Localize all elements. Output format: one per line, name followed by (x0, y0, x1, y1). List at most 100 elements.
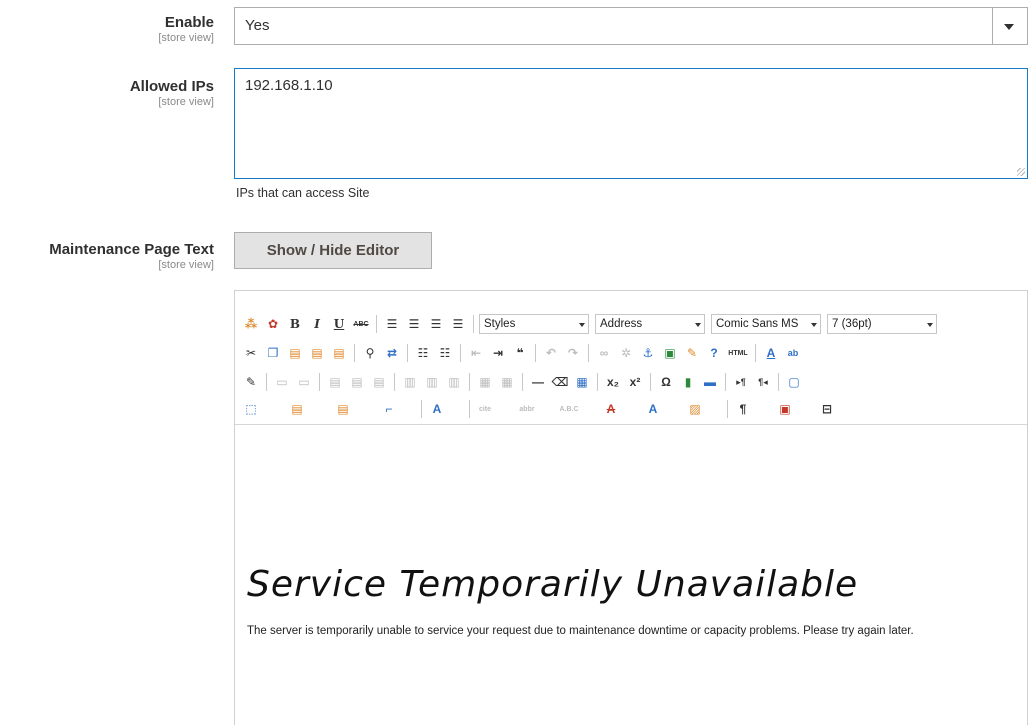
text-color-icon[interactable]: A (761, 343, 781, 363)
font-size-select[interactable]: 7 (36pt) (827, 314, 937, 334)
page-break-icon[interactable]: ⊟ (817, 399, 837, 419)
italic-button[interactable]: I (307, 314, 327, 334)
fullscreen-icon[interactable]: ▢ (784, 372, 804, 392)
insert-text-icon[interactable]: A (643, 399, 663, 419)
styles-select[interactable]: Styles (479, 314, 589, 334)
variable-icon[interactable]: ✿ (263, 314, 283, 334)
toolbar-separator (421, 400, 422, 418)
horizontal-rule-icon[interactable]: — (528, 372, 548, 392)
toolbar-row-2: ✂ ❐ ▤ ▤ ▤ ⚲ ⇄ ☷ ☷ ⇤ ⇥ ❝ ↶ ↷ ∞ ✲ ⚓ ▣ ✎ ? … (241, 341, 803, 365)
format-select[interactable]: Address (595, 314, 705, 334)
font-size-select-value: 7 (36pt) (832, 318, 872, 330)
acronym-icon[interactable]: A.B.C (559, 399, 579, 419)
attributes-icon[interactable]: ▨ (685, 399, 705, 419)
cut-icon[interactable]: ✂ (241, 343, 261, 363)
copy-icon[interactable]: ❐ (263, 343, 283, 363)
outdent-icon[interactable]: ⇤ (466, 343, 486, 363)
allowed-ips-label: Allowed IPs (129, 78, 214, 95)
help-icon[interactable]: ? (704, 343, 724, 363)
visual-chars-button[interactable]: ¶ (733, 399, 753, 419)
table-icon[interactable]: ▦ (572, 372, 592, 392)
media-icon[interactable]: ▮ (678, 372, 698, 392)
remove-format-icon[interactable]: ⌫ (550, 372, 570, 392)
redo-icon[interactable]: ↷ (563, 343, 583, 363)
maintenance-text-scope: [store view] (158, 259, 214, 271)
superscript-icon[interactable]: x² (625, 372, 645, 392)
enable-label-group: Enable [store view] (158, 14, 214, 44)
toolbar-separator (725, 373, 726, 391)
toolbar-separator (588, 344, 589, 362)
allowed-ips-textarea[interactable]: 192.168.1.10 (234, 68, 1028, 179)
special-char-button[interactable]: Ω (656, 372, 676, 392)
bullet-list-icon[interactable]: ☷ (413, 343, 433, 363)
align-center-icon[interactable]: ☰ (404, 314, 424, 334)
split-cells-icon[interactable]: ▦ (475, 372, 495, 392)
styles-select-value: Styles (484, 318, 516, 330)
abbr-icon[interactable]: abbr (517, 399, 537, 419)
resize-grip-icon[interactable] (1017, 168, 1025, 176)
paste-word-icon[interactable]: ▤ (329, 343, 349, 363)
delete-col-icon[interactable]: ▥ (444, 372, 464, 392)
insert-layer-icon[interactable]: ⬚ (241, 399, 261, 419)
table-cell-icon[interactable]: ▭ (294, 372, 314, 392)
rtl-icon[interactable]: ¶◂ (753, 372, 773, 392)
editor-content[interactable]: Service Temporarily Unavailable The serv… (235, 426, 1027, 725)
merge-cells-icon[interactable]: ▦ (497, 372, 517, 392)
unlink-icon[interactable]: ✲ (616, 343, 636, 363)
insert-row-after-icon[interactable]: ▤ (347, 372, 367, 392)
widget-icon[interactable]: ⁂ (241, 314, 261, 334)
replace-icon[interactable]: ⇄ (382, 343, 402, 363)
wysiwyg-editor: ⁂ ✿ B I U ABC ☰ ☰ ☰ ☰ Styles Address Com… (234, 290, 1028, 725)
background-color-icon[interactable]: ab (783, 343, 803, 363)
move-forward-icon[interactable]: ▤ (287, 399, 307, 419)
anchor-icon[interactable]: ⚓ (638, 343, 658, 363)
underline-button[interactable]: U (329, 314, 349, 334)
ltr-icon[interactable]: ▸¶ (731, 372, 751, 392)
delete-row-icon[interactable]: ▤ (369, 372, 389, 392)
image-icon[interactable]: ▣ (660, 343, 680, 363)
enable-select[interactable]: Yes (234, 7, 1028, 45)
insert-col-after-icon[interactable]: ▥ (422, 372, 442, 392)
insert-row-before-icon[interactable]: ▤ (325, 372, 345, 392)
toolbar-separator (266, 373, 267, 391)
align-justify-icon[interactable]: ☰ (448, 314, 468, 334)
bold-button[interactable]: B (285, 314, 305, 334)
paste-text-icon[interactable]: ▤ (307, 343, 327, 363)
maintenance-text-label: Maintenance Page Text (49, 241, 214, 258)
paste-icon[interactable]: ▤ (285, 343, 305, 363)
toolbar-separator (727, 400, 728, 418)
toolbar-separator (650, 373, 651, 391)
toolbar-separator (473, 315, 474, 333)
html-button[interactable]: HTML (726, 343, 750, 363)
show-hide-editor-button[interactable]: Show / Hide Editor (234, 232, 432, 269)
subscript-icon[interactable]: x₂ (603, 372, 623, 392)
find-icon[interactable]: ⚲ (360, 343, 380, 363)
toolbar-separator (407, 344, 408, 362)
indent-icon[interactable]: ⇥ (488, 343, 508, 363)
template-icon[interactable]: ▣ (775, 399, 795, 419)
style-props-icon[interactable]: A (427, 399, 447, 419)
numbered-list-icon[interactable]: ☷ (435, 343, 455, 363)
format-select-value: Address (600, 318, 643, 330)
table-row-icon[interactable]: ▭ (272, 372, 292, 392)
undo-icon[interactable]: ↶ (541, 343, 561, 363)
allowed-ips-value: 192.168.1.10 (245, 77, 333, 94)
cleanup-icon[interactable]: ✎ (682, 343, 702, 363)
align-left-icon[interactable]: ☰ (382, 314, 402, 334)
allowed-ips-scope: [store view] (158, 96, 214, 108)
cite-icon[interactable]: cite (475, 399, 495, 419)
absolute-position-icon[interactable]: ⌐ (379, 399, 399, 419)
link-icon[interactable]: ∞ (594, 343, 614, 363)
allowed-ips-note: IPs that can access Site (236, 186, 370, 200)
insert-col-before-icon[interactable]: ▥ (400, 372, 420, 392)
nonbreaking-icon[interactable]: ▬ (700, 372, 720, 392)
move-backward-icon[interactable]: ▤ (333, 399, 353, 419)
align-right-icon[interactable]: ☰ (426, 314, 446, 334)
font-family-select[interactable]: Comic Sans MS (711, 314, 821, 334)
delete-text-icon[interactable]: A (601, 399, 621, 419)
edit-icon[interactable]: ✎ (241, 372, 261, 392)
blockquote-icon[interactable]: ❝ (510, 343, 530, 363)
chevron-down-icon (579, 323, 585, 327)
strikethrough-button[interactable]: ABC (351, 314, 371, 334)
toolbar-separator (522, 373, 523, 391)
